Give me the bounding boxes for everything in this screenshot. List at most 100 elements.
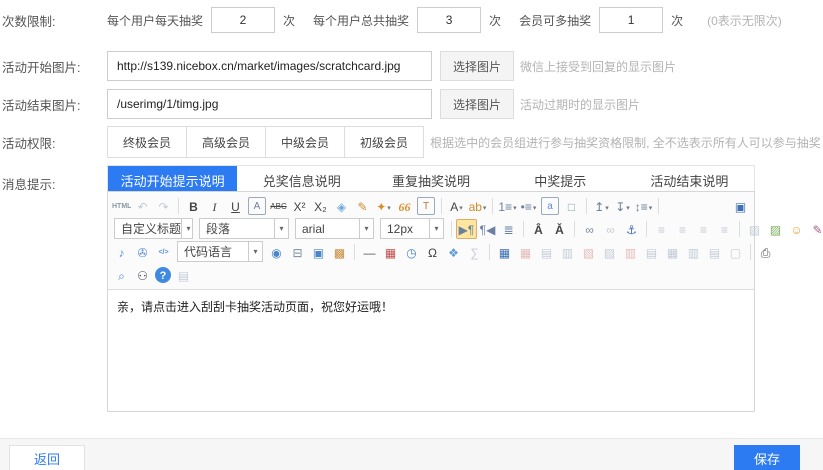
bold-icon[interactable]: B <box>183 196 204 216</box>
blockquote-icon[interactable]: 66 <box>394 196 415 216</box>
toolbar-separator <box>178 198 179 214</box>
insert-col-icon[interactable]: ▨ <box>599 242 620 262</box>
help-icon[interactable]: ? <box>155 267 171 283</box>
para-spacing-top-icon[interactable]: ↥ <box>591 196 612 216</box>
align-right-icon[interactable]: ≡ <box>693 219 714 239</box>
music-icon[interactable]: ♪ <box>111 242 132 262</box>
formula-icon[interactable]: ∑ <box>464 242 485 262</box>
font-size-select[interactable]: 12px▾ <box>380 218 444 239</box>
time-icon[interactable]: ◷ <box>401 242 422 262</box>
back-button[interactable]: 返回 <box>9 445 85 470</box>
per-day-input[interactable] <box>211 7 275 33</box>
pagebreak-icon[interactable]: ⊟ <box>287 242 308 262</box>
map-icon[interactable]: ▣ <box>308 242 329 262</box>
member-group-junior-button[interactable]: 初级会员 <box>344 126 424 158</box>
custom-title-select[interactable]: 自定义标题▾ <box>114 218 193 239</box>
merge-cells-icon[interactable]: ▥ <box>557 242 578 262</box>
insert-table-icon[interactable]: ▦ <box>494 242 515 262</box>
table-header-icon[interactable]: ▤ <box>536 242 557 262</box>
member-extra-input[interactable] <box>599 7 663 33</box>
start-image-pick-button[interactable]: 选择图片 <box>440 51 514 81</box>
undo-icon[interactable]: ↶ <box>132 196 153 216</box>
format-brush-icon[interactable]: ✎ <box>352 196 373 216</box>
paragraph-select[interactable]: 段落▾ <box>199 218 289 239</box>
fullscreen-icon[interactable]: ▣ <box>730 196 751 216</box>
ordered-list-icon[interactable]: 1≡ <box>497 196 518 216</box>
redo-icon[interactable]: ↷ <box>153 196 174 216</box>
toolbar-separator <box>739 221 740 237</box>
anchor-a-icon[interactable]: a <box>541 197 559 215</box>
indent-icon[interactable]: ≣ <box>498 219 519 239</box>
print-icon[interactable]: ⎙ <box>755 242 776 262</box>
start-image-hint: 微信上接受到回复的显示图片 <box>520 58 676 75</box>
superscript-icon[interactable]: X² <box>289 196 310 216</box>
font-size-up-icon[interactable]: Â <box>528 219 549 239</box>
dir-ltr-icon[interactable]: ▶¶ <box>456 219 477 239</box>
insert-code-icon[interactable]: </> <box>153 242 174 262</box>
toolbar-row-2: 自定义标题▾段落▾arial▾12px▾▶¶¶◀≣ÂǍ∞∞⚓≡≡≡≡▨▨☺✎▥ <box>111 217 751 240</box>
editor-content[interactable]: 亲，请点击进入刮刮卡抽奖活动页面，祝您好运哦！ <box>108 290 754 415</box>
attachment-icon[interactable]: ✇ <box>132 242 153 262</box>
emotion-icon[interactable]: ☺ <box>786 219 807 239</box>
remove-format-icon[interactable]: ◈ <box>331 196 352 216</box>
toolbar-separator <box>586 198 587 214</box>
baidu-app-icon[interactable]: ❖ <box>443 242 464 262</box>
start-image-input[interactable] <box>107 51 432 81</box>
line-height-icon[interactable]: ↕≡ <box>633 196 654 216</box>
font-family-select[interactable]: arial▾ <box>295 218 374 239</box>
member-group-senior-button[interactable]: 高级会员 <box>186 126 266 158</box>
align-center-icon[interactable]: ≡ <box>672 219 693 239</box>
underline-icon[interactable]: U <box>225 196 246 216</box>
subscript-icon[interactable]: X₂ <box>310 196 331 216</box>
strikethrough-icon[interactable]: ABC <box>268 196 289 216</box>
split-cell-icon[interactable]: ▦ <box>662 242 683 262</box>
end-image-pick-button[interactable]: 选择图片 <box>440 89 514 119</box>
spechars-icon[interactable]: Ω <box>422 242 443 262</box>
font-size-down-icon[interactable]: Ǎ <box>549 219 570 239</box>
align-left-icon[interactable]: ≡ <box>651 219 672 239</box>
unordered-list-icon[interactable]: •≡ <box>518 196 539 216</box>
split-col-icon[interactable]: ▤ <box>704 242 725 262</box>
dir-rtl-icon[interactable]: ¶◀ <box>477 219 498 239</box>
split-row-icon[interactable]: ▥ <box>683 242 704 262</box>
member-group-ultimate-button[interactable]: 终极会员 <box>107 126 187 158</box>
highlight-color-icon[interactable]: ab <box>467 196 488 216</box>
toolbar-row-1: HTML↶↷BIUAABCX²X₂◈✎✦66TAab1≡•≡a□↥↧↕≡▣ <box>111 194 751 217</box>
cleardoc-icon[interactable]: □ <box>561 196 582 216</box>
total-input[interactable] <box>417 7 481 33</box>
member-group-middle-button[interactable]: 中级会员 <box>265 126 345 158</box>
save-button[interactable]: 保存 <box>734 445 800 470</box>
autotypeset-icon[interactable]: ✦ <box>373 196 394 216</box>
search-icon[interactable]: ⌕ <box>111 265 132 285</box>
member-group-buttons: 终极会员 高级会员 中级会员 初级会员 <box>107 126 424 158</box>
html-source-icon[interactable]: HTML <box>111 196 132 216</box>
scrawl-icon[interactable]: ✎ <box>807 219 823 239</box>
date-icon[interactable]: ▦ <box>380 242 401 262</box>
hr-icon[interactable]: — <box>359 242 380 262</box>
italic-icon[interactable]: I <box>204 196 225 216</box>
unlink-icon[interactable]: ∞ <box>600 219 621 239</box>
link-icon[interactable]: ∞ <box>579 219 600 239</box>
image-icon[interactable]: ▨ <box>744 219 765 239</box>
table-props-icon[interactable]: ▢ <box>725 242 746 262</box>
per-day-suffix: 次 <box>283 12 295 29</box>
insert-row-icon[interactable]: ▧ <box>578 242 599 262</box>
delete-table-icon[interactable]: ▦ <box>515 242 536 262</box>
snapshot-icon[interactable]: ◉ <box>266 242 287 262</box>
delete-col-icon[interactable]: ▤ <box>641 242 662 262</box>
para-spacing-bottom-icon[interactable]: ↧ <box>612 196 633 216</box>
insert-image-icon[interactable]: ▨ <box>765 219 786 239</box>
gmap-icon[interactable]: ▩ <box>329 242 350 262</box>
paste-icon[interactable]: ▤ <box>173 265 194 285</box>
paste-from-word-icon[interactable]: T <box>417 197 435 215</box>
delete-row-icon[interactable]: ▥ <box>620 242 641 262</box>
font-color-icon[interactable]: A <box>446 196 467 216</box>
rich-text-editor: HTML↶↷BIUAABCX²X₂◈✎✦66TAab1≡•≡a□↥↧↕≡▣ 自定… <box>107 191 755 412</box>
find-replace-icon[interactable]: ⚇ <box>132 265 153 285</box>
align-justify-icon[interactable]: ≡ <box>714 219 735 239</box>
anchor-icon[interactable]: ⚓ <box>621 219 642 239</box>
start-image-label: 活动开始图片: <box>2 57 107 76</box>
end-image-input[interactable] <box>107 89 432 119</box>
char-border-icon[interactable]: A <box>248 197 266 215</box>
code-language-select[interactable]: 代码语言▾ <box>177 241 263 262</box>
